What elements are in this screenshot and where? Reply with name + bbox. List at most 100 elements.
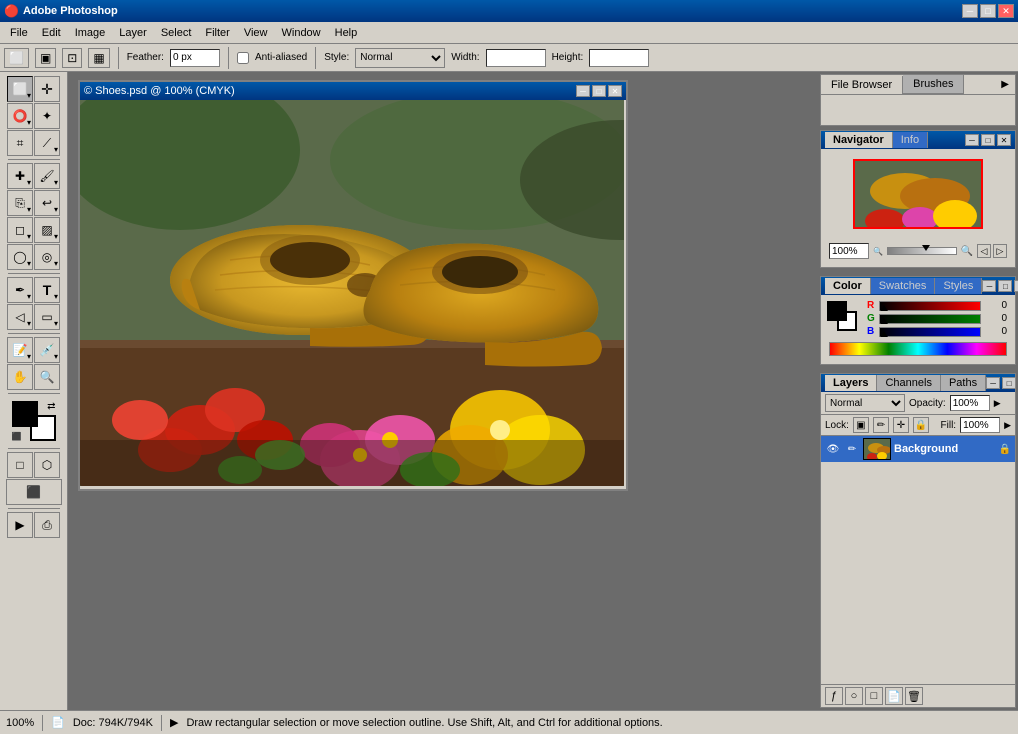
menu-help[interactable]: Help: [329, 25, 364, 41]
stamp-tool[interactable]: ⎘ ▾: [7, 190, 33, 216]
default-colors-icon[interactable]: ⬛: [12, 432, 22, 441]
tool-options-btn4[interactable]: ▦: [88, 48, 109, 68]
close-button[interactable]: ✕: [998, 4, 1014, 18]
dodge-tool[interactable]: ◯ ▾: [7, 244, 33, 270]
layer-edit-icon[interactable]: ✏: [844, 441, 860, 457]
image-ready-icon: ▶: [15, 518, 24, 532]
info-tab[interactable]: Info: [893, 132, 928, 148]
menu-layer[interactable]: Layer: [113, 25, 153, 41]
navigator-tab[interactable]: Navigator: [825, 132, 893, 148]
maximize-button[interactable]: □: [980, 4, 996, 18]
shape-tool[interactable]: ▭ ▾: [34, 304, 60, 330]
style-select[interactable]: Normal Fixed Ratio Fixed Size: [355, 48, 445, 68]
screen-mode-btn1[interactable]: ⬛: [6, 479, 62, 505]
color-spectrum[interactable]: [829, 342, 1007, 356]
b-slider[interactable]: [879, 327, 981, 337]
gradient-tool[interactable]: ▨ ▾: [34, 217, 60, 243]
heal-tool[interactable]: ✚ ▾: [7, 163, 33, 189]
layers-minimize-btn[interactable]: ─: [986, 377, 1000, 389]
panel-menu-icon[interactable]: ▶: [995, 76, 1015, 93]
paths-tab[interactable]: Paths: [941, 375, 986, 391]
doc-minimize-button[interactable]: ─: [576, 85, 590, 97]
color-close-btn[interactable]: ✕: [1014, 280, 1018, 292]
menu-filter[interactable]: Filter: [199, 25, 235, 41]
layer-visibility-icon[interactable]: 👁: [825, 441, 841, 457]
selection-tool[interactable]: ◁ ▾: [7, 304, 33, 330]
brush-tool[interactable]: 🖌 ▾: [34, 163, 60, 189]
color-fg-swatch[interactable]: [827, 301, 847, 321]
doc-maximize-button[interactable]: □: [592, 85, 606, 97]
width-input[interactable]: [486, 49, 546, 67]
layers-maximize-btn[interactable]: □: [1002, 377, 1016, 389]
fill-input[interactable]: [960, 417, 1000, 433]
history-tool[interactable]: ↩ ▾: [34, 190, 60, 216]
color-maximize-btn[interactable]: □: [998, 280, 1012, 292]
layers-tab[interactable]: Layers: [825, 375, 877, 391]
menu-view[interactable]: View: [238, 25, 274, 41]
nav-maximize-btn[interactable]: □: [981, 134, 995, 146]
pen-tool[interactable]: ✒ ▾: [7, 277, 33, 303]
wand-tool[interactable]: ✦: [34, 103, 60, 129]
nav-scroll-left[interactable]: ◁: [977, 244, 991, 258]
crop-tool[interactable]: ⌗: [7, 130, 33, 156]
lock-transparent-btn[interactable]: ▣: [853, 417, 869, 433]
swap-colors-icon[interactable]: ⇄: [47, 401, 55, 412]
menu-image[interactable]: Image: [69, 25, 112, 41]
tool-options-btn3[interactable]: ⊡: [62, 48, 82, 68]
swatches-tab[interactable]: Swatches: [871, 278, 936, 294]
standard-mode[interactable]: □: [7, 452, 33, 478]
anti-alias-checkbox[interactable]: [237, 52, 249, 64]
opacity-arrow[interactable]: ▶: [994, 398, 1001, 409]
move-tool[interactable]: ✛: [34, 76, 60, 102]
nav-minimize-btn[interactable]: ─: [965, 134, 979, 146]
lock-image-btn[interactable]: ✏: [873, 417, 889, 433]
menu-file[interactable]: File: [4, 25, 34, 41]
opacity-input[interactable]: [950, 395, 990, 411]
eyedropper-tool[interactable]: 💉 ▾: [34, 337, 60, 363]
eraser-tool[interactable]: ◻ ▾: [7, 217, 33, 243]
new-group-btn[interactable]: □: [865, 687, 883, 705]
zoom-tool[interactable]: 🔍: [34, 364, 60, 390]
height-input[interactable]: [589, 49, 649, 67]
image-ready-btn[interactable]: ▶: [7, 512, 33, 538]
tool-options-btn2[interactable]: ▣: [35, 48, 56, 68]
nav-close-btn[interactable]: ✕: [997, 134, 1011, 146]
hand-tool[interactable]: ✋: [7, 364, 33, 390]
slice-tool[interactable]: ⟋ ▾: [34, 130, 60, 156]
new-layer-btn[interactable]: 📄: [885, 687, 903, 705]
notes-tool[interactable]: 📝 ▾: [7, 337, 33, 363]
tool-options-btn1[interactable]: ⬜: [4, 48, 29, 68]
menu-edit[interactable]: Edit: [36, 25, 67, 41]
brushes-tab[interactable]: Brushes: [903, 75, 964, 94]
blend-mode-select[interactable]: Normal Multiply Screen: [825, 394, 905, 412]
blur-tool[interactable]: ◎ ▾: [34, 244, 60, 270]
color-tab[interactable]: Color: [825, 278, 871, 294]
delete-layer-btn[interactable]: 🗑: [905, 687, 923, 705]
zoom-input[interactable]: [829, 243, 869, 259]
lock-all-btn[interactable]: 🔒: [913, 417, 929, 433]
nav-scroll-right[interactable]: ▷: [993, 244, 1007, 258]
add-style-btn[interactable]: ƒ: [825, 687, 843, 705]
r-slider[interactable]: [879, 301, 981, 311]
quick-mask-mode[interactable]: ⬡: [34, 452, 60, 478]
g-slider[interactable]: [879, 314, 981, 324]
styles-tab[interactable]: Styles: [935, 278, 982, 294]
foreground-color-box[interactable]: [12, 401, 38, 427]
menu-select[interactable]: Select: [155, 25, 198, 41]
lock-position-btn[interactable]: ✛: [893, 417, 909, 433]
minimize-button[interactable]: ─: [962, 4, 978, 18]
color-minimize-btn[interactable]: ─: [982, 280, 996, 292]
file-browser-tab[interactable]: File Browser: [821, 76, 903, 94]
menu-window[interactable]: Window: [276, 25, 327, 41]
palette-btn[interactable]: ⎙: [34, 512, 60, 538]
marquee-tool[interactable]: ⬜ ▾: [7, 76, 33, 102]
background-layer-row[interactable]: 👁 ✏ Background 🔒: [821, 436, 1015, 462]
add-mask-btn[interactable]: ○: [845, 687, 863, 705]
type-tool[interactable]: T ▾: [34, 277, 60, 303]
status-arrow-icon[interactable]: ▶: [170, 716, 178, 729]
channels-tab[interactable]: Channels: [877, 375, 940, 391]
doc-close-button[interactable]: ✕: [608, 85, 622, 97]
fill-arrow[interactable]: ▶: [1004, 420, 1011, 431]
lasso-tool[interactable]: ⭕ ▾: [7, 103, 33, 129]
feather-input[interactable]: [170, 49, 220, 67]
